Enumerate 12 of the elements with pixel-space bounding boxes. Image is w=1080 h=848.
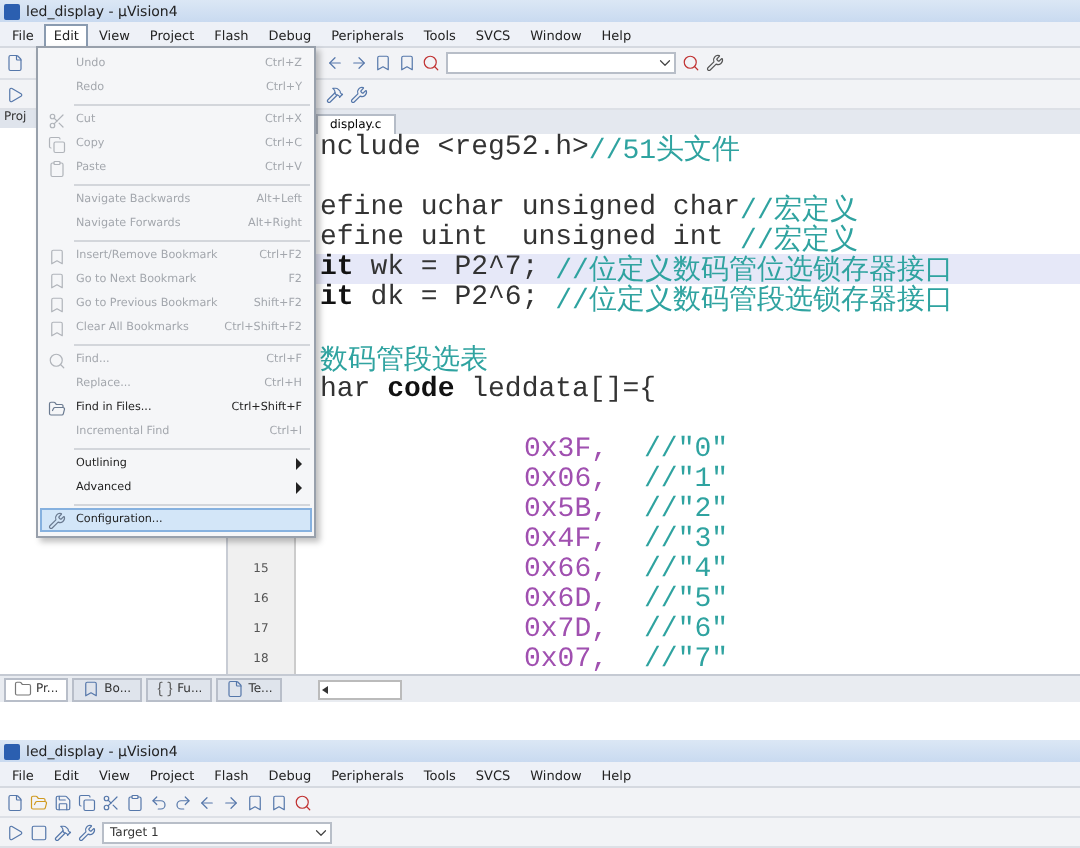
code-line: 0x66, //"4"	[524, 553, 729, 585]
code-line: 0x7D, //"6"	[524, 613, 729, 645]
code-line: har code leddata[]={	[320, 373, 657, 405]
code-line: 0x5B, //"2"	[524, 493, 729, 525]
code-line: 0x4F, //"3"	[524, 523, 729, 555]
code-line: 0x07, //"7"	[524, 643, 729, 674]
code-line: nclude <reg52.h>//51头文件	[320, 131, 741, 167]
code-line: 0x3F, //"0"	[524, 433, 729, 465]
code-line: 0x06, //"1"	[524, 463, 729, 495]
code-line: it dk = P2^6; //位定义数码管段选锁存器接口	[320, 281, 953, 317]
code-line: 0x6D, //"5"	[524, 583, 729, 615]
code-line: 数码管段选表	[320, 343, 488, 377]
